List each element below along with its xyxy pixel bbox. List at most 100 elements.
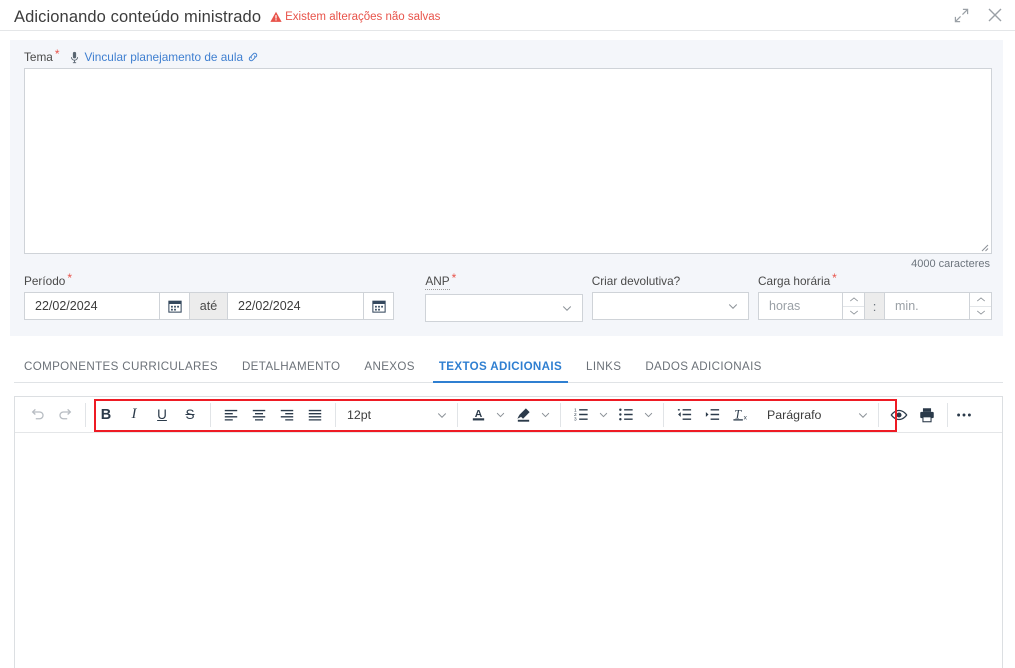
font-size-select[interactable]: 12pt [338, 402, 455, 427]
anp-label-row: ANP * [425, 271, 582, 290]
periodo-end-input[interactable]: 22/02/2024 [228, 292, 364, 320]
bullet-list-chevron-down-icon[interactable] [640, 409, 657, 420]
window-titlebar: Adicionando conteúdo ministrado Existem … [0, 0, 1015, 30]
chevron-up-icon[interactable] [970, 293, 991, 307]
warning-triangle-icon [270, 11, 282, 23]
clear-formatting-icon[interactable]: Tx [726, 402, 754, 428]
carga-horaria-hours-stepper[interactable] [843, 292, 865, 320]
chevron-up-icon[interactable] [843, 293, 864, 307]
form-fields-row: Período * 22/02/2024 até 22/02/2024 ANP … [24, 271, 992, 322]
redo-icon[interactable] [51, 402, 79, 428]
carga-horaria-minutes-input[interactable]: min. [885, 292, 970, 320]
font-size-value: 12pt [347, 407, 372, 422]
toolbar-divider [878, 402, 879, 427]
undo-icon[interactable] [23, 402, 51, 428]
align-right-icon[interactable] [273, 402, 301, 428]
bold-button[interactable]: B [92, 402, 120, 428]
preview-eye-icon[interactable] [885, 402, 913, 428]
editor-content-area[interactable] [15, 433, 1002, 668]
periodo-field-group: Período * 22/02/2024 até 22/02/2024 [24, 271, 412, 320]
periodo-separator: até [190, 292, 228, 320]
rich-text-editor: B I U S 12pt A 1 2 3 T x Parágrafo [14, 396, 1003, 668]
carga-horaria-inputs: horas : min. [758, 292, 992, 320]
carga-horaria-label-row: Carga horária * [758, 271, 992, 288]
toolbar-divider [457, 402, 458, 427]
alignment-group [213, 402, 333, 428]
text-color-chevron-down-icon[interactable] [492, 409, 509, 420]
periodo-required-mark: * [67, 271, 72, 285]
carga-horaria-required-mark: * [832, 271, 837, 285]
periodo-end-calendar-icon[interactable] [364, 292, 394, 320]
highlight-color-chevron-down-icon[interactable] [537, 409, 554, 420]
paragraph-style-value: Parágrafo [767, 407, 822, 422]
chain-link-icon [247, 51, 259, 63]
periodo-label-row: Período * [24, 271, 412, 288]
bullet-list-icon[interactable] [612, 402, 640, 428]
history-group [19, 402, 83, 428]
periodo-inputs: 22/02/2024 até 22/02/2024 [24, 292, 412, 320]
anp-select[interactable] [425, 294, 583, 322]
tab-componentes-curriculares[interactable]: COMPONENTES CURRICULARES [14, 360, 230, 382]
toolbar-divider [85, 402, 86, 427]
page-title: Adicionando conteúdo ministrado [14, 7, 262, 26]
align-left-icon[interactable] [217, 402, 245, 428]
tab-dados-adicionais[interactable]: DADOS ADICIONAIS [633, 360, 773, 382]
highlight-color-icon[interactable] [509, 402, 537, 428]
indent-group: Tx [666, 402, 758, 428]
numbered-list-icon[interactable]: 123 [567, 402, 595, 428]
strikethrough-button[interactable]: S [176, 402, 204, 428]
svg-text:3: 3 [573, 417, 576, 423]
more-options-icon[interactable] [950, 402, 978, 428]
microphone-icon[interactable] [69, 51, 80, 64]
align-center-icon[interactable] [245, 402, 273, 428]
toolbar-divider [335, 402, 336, 427]
link-lesson-plan[interactable]: Vincular planejamento de aula [85, 50, 260, 64]
close-icon[interactable] [985, 5, 1005, 25]
titlebar-divider [0, 30, 1015, 31]
unsaved-changes-text: Existem alterações não salvas [285, 11, 441, 23]
carga-horaria-label: Carga horária [758, 274, 831, 288]
chevron-down-icon[interactable] [843, 307, 864, 320]
periodo-start-calendar-icon[interactable] [160, 292, 190, 320]
content-tabs: COMPONENTES CURRICULARES DETALHAMENTO AN… [14, 352, 1003, 383]
titlebar-actions [951, 5, 1005, 25]
italic-button[interactable]: I [120, 402, 148, 428]
svg-text:A: A [474, 409, 482, 420]
tab-anexos[interactable]: ANEXOS [352, 360, 426, 382]
periodo-label: Período [24, 274, 66, 288]
periodo-start-input[interactable]: 22/02/2024 [24, 292, 160, 320]
carga-horaria-hours-input[interactable]: horas [758, 292, 843, 320]
expand-arrows-icon[interactable] [951, 5, 971, 25]
resize-grip-icon[interactable] [977, 240, 989, 252]
tab-links[interactable]: LINKS [574, 360, 633, 382]
tema-textarea[interactable] [24, 68, 992, 254]
paragraph-style-select[interactable]: Parágrafo [758, 402, 876, 427]
align-justify-icon[interactable] [301, 402, 329, 428]
tab-detalhamento[interactable]: DETALHAMENTO [230, 360, 352, 382]
anp-required-mark: * [451, 271, 457, 285]
devolutiva-label: Criar devolutiva? [591, 274, 681, 288]
devolutiva-select[interactable] [591, 292, 749, 320]
link-lesson-plan-label: Vincular planejamento de aula [84, 50, 244, 64]
devolutiva-label-row: Criar devolutiva? [592, 274, 749, 288]
chevron-down-icon[interactable] [970, 307, 991, 320]
indent-icon[interactable] [698, 402, 726, 428]
chevron-down-icon [727, 300, 739, 312]
tema-character-counter: 4000 caracteres [911, 258, 990, 270]
tema-label: Tema [24, 50, 53, 64]
chevron-down-icon [436, 409, 448, 421]
text-color-icon[interactable]: A [464, 402, 492, 428]
toolbar-divider [210, 402, 211, 427]
list-group: 123 [563, 402, 661, 428]
tab-textos-adicionais[interactable]: TEXTOS ADICIONAIS [427, 360, 574, 383]
carga-horaria-field-group: Carga horária * horas : min. [758, 271, 992, 320]
print-icon[interactable] [913, 402, 941, 428]
carga-horaria-minutes-stepper[interactable] [970, 292, 992, 320]
editor-toolbar: B I U S 12pt A 1 2 3 T x Parágrafo [15, 397, 1002, 433]
anp-field-group: ANP * [425, 271, 583, 322]
underline-button[interactable]: U [148, 402, 176, 428]
outdent-icon[interactable] [670, 402, 698, 428]
tema-label-row: Tema * Vincular planejamento de aula [24, 48, 992, 64]
numbered-list-chevron-down-icon[interactable] [595, 409, 612, 420]
toolbar-divider [947, 402, 948, 427]
